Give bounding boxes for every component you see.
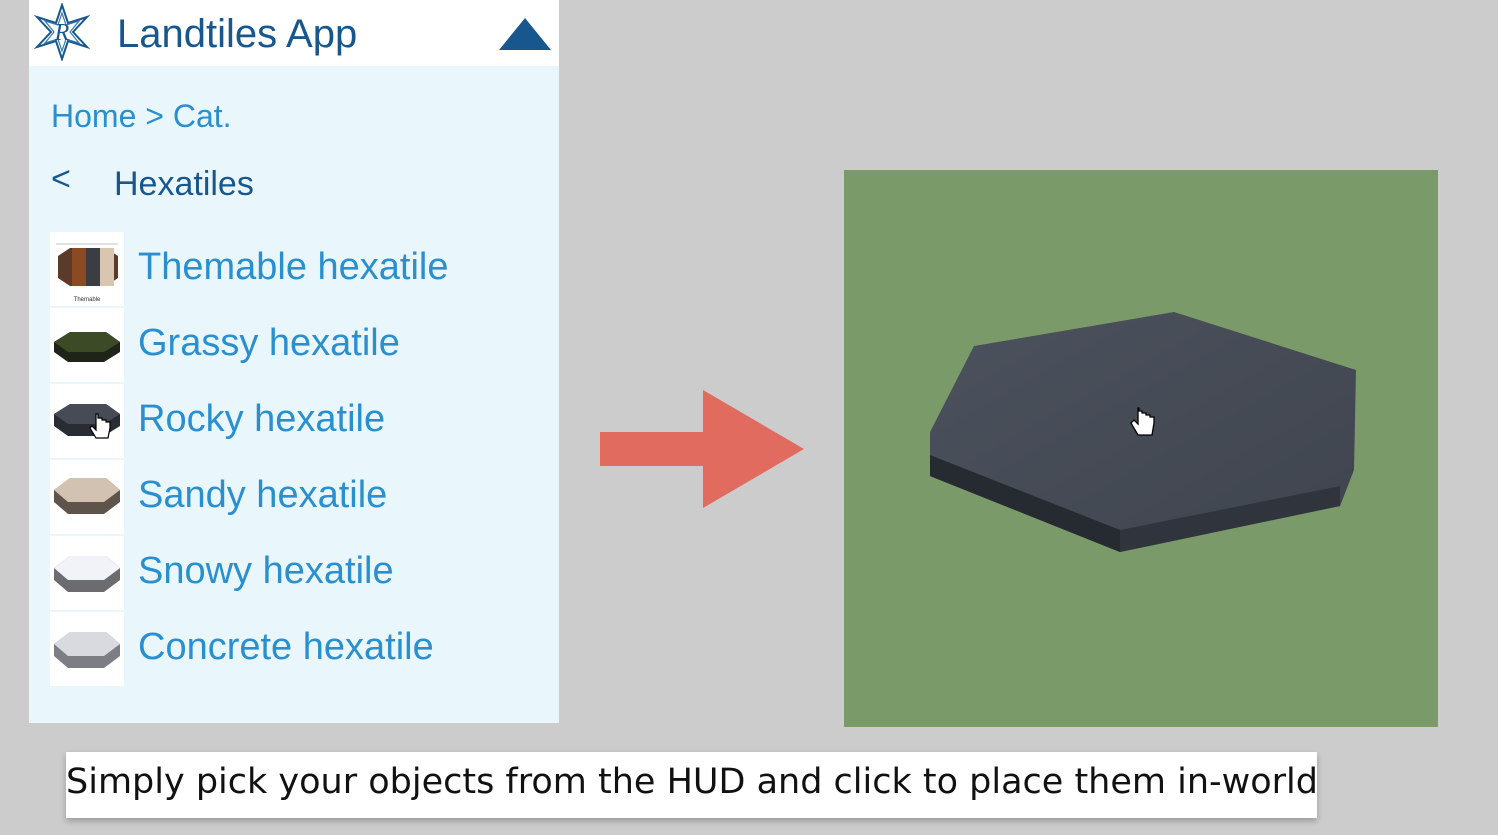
- in-world-scene[interactable]: [844, 170, 1438, 727]
- hud-panel: R Landtiles App Home > Cat. < Hexatiles …: [29, 0, 559, 723]
- breadcrumb-home[interactable]: Home: [51, 98, 136, 134]
- item-label: Snowy hexatile: [138, 550, 394, 592]
- item-label: Grassy hexatile: [138, 322, 400, 364]
- category-title: Hexatiles: [114, 165, 254, 203]
- grassy-hexatile-thumbnail: [50, 308, 124, 382]
- item-label: Concrete hexatile: [138, 626, 434, 668]
- sandy-hexatile-thumbnail: [50, 460, 124, 534]
- breadcrumb: Home > Cat.: [51, 98, 232, 135]
- right-arrow-icon: [600, 390, 804, 508]
- caption-banner: Simply pick your objects from the HUD an…: [66, 752, 1319, 818]
- rocky-hexatile-thumbnail: [50, 384, 124, 458]
- item-label: Themable hexatile: [138, 246, 449, 288]
- list-item-grassy-hexatile[interactable]: Grassy hexatile: [50, 308, 550, 382]
- list-item-themable-hexatile[interactable]: Themable Themable hexatile: [50, 232, 550, 306]
- breadcrumb-separator: >: [145, 98, 164, 134]
- breadcrumb-current[interactable]: Cat.: [173, 98, 232, 134]
- svg-text:R: R: [54, 20, 70, 46]
- back-button[interactable]: <: [51, 160, 71, 199]
- list-item-rocky-hexatile[interactable]: Rocky hexatile: [50, 384, 550, 458]
- app-title: Landtiles App: [117, 12, 358, 56]
- caption-text: Simply pick your objects from the HUD an…: [66, 762, 1319, 802]
- item-label: Sandy hexatile: [138, 474, 388, 516]
- list-item-sandy-hexatile[interactable]: Sandy hexatile: [50, 460, 550, 534]
- placed-rocky-hexatile: [930, 312, 1356, 552]
- themable-hexatile-thumbnail: Themable: [50, 232, 124, 306]
- item-label: Rocky hexatile: [138, 398, 386, 440]
- app-logo-icon: R: [33, 3, 91, 61]
- snowy-hexatile-thumbnail: [50, 536, 124, 610]
- concrete-hexatile-thumbnail: [50, 612, 124, 686]
- list-item-snowy-hexatile[interactable]: Snowy hexatile: [50, 536, 550, 610]
- list-item-concrete-hexatile[interactable]: Concrete hexatile: [50, 612, 550, 686]
- thumbnail-caption: Themable: [74, 297, 101, 303]
- hud-header: R Landtiles App: [29, 0, 559, 66]
- collapse-button[interactable]: [499, 18, 551, 50]
- triangle-up-icon: [499, 18, 551, 50]
